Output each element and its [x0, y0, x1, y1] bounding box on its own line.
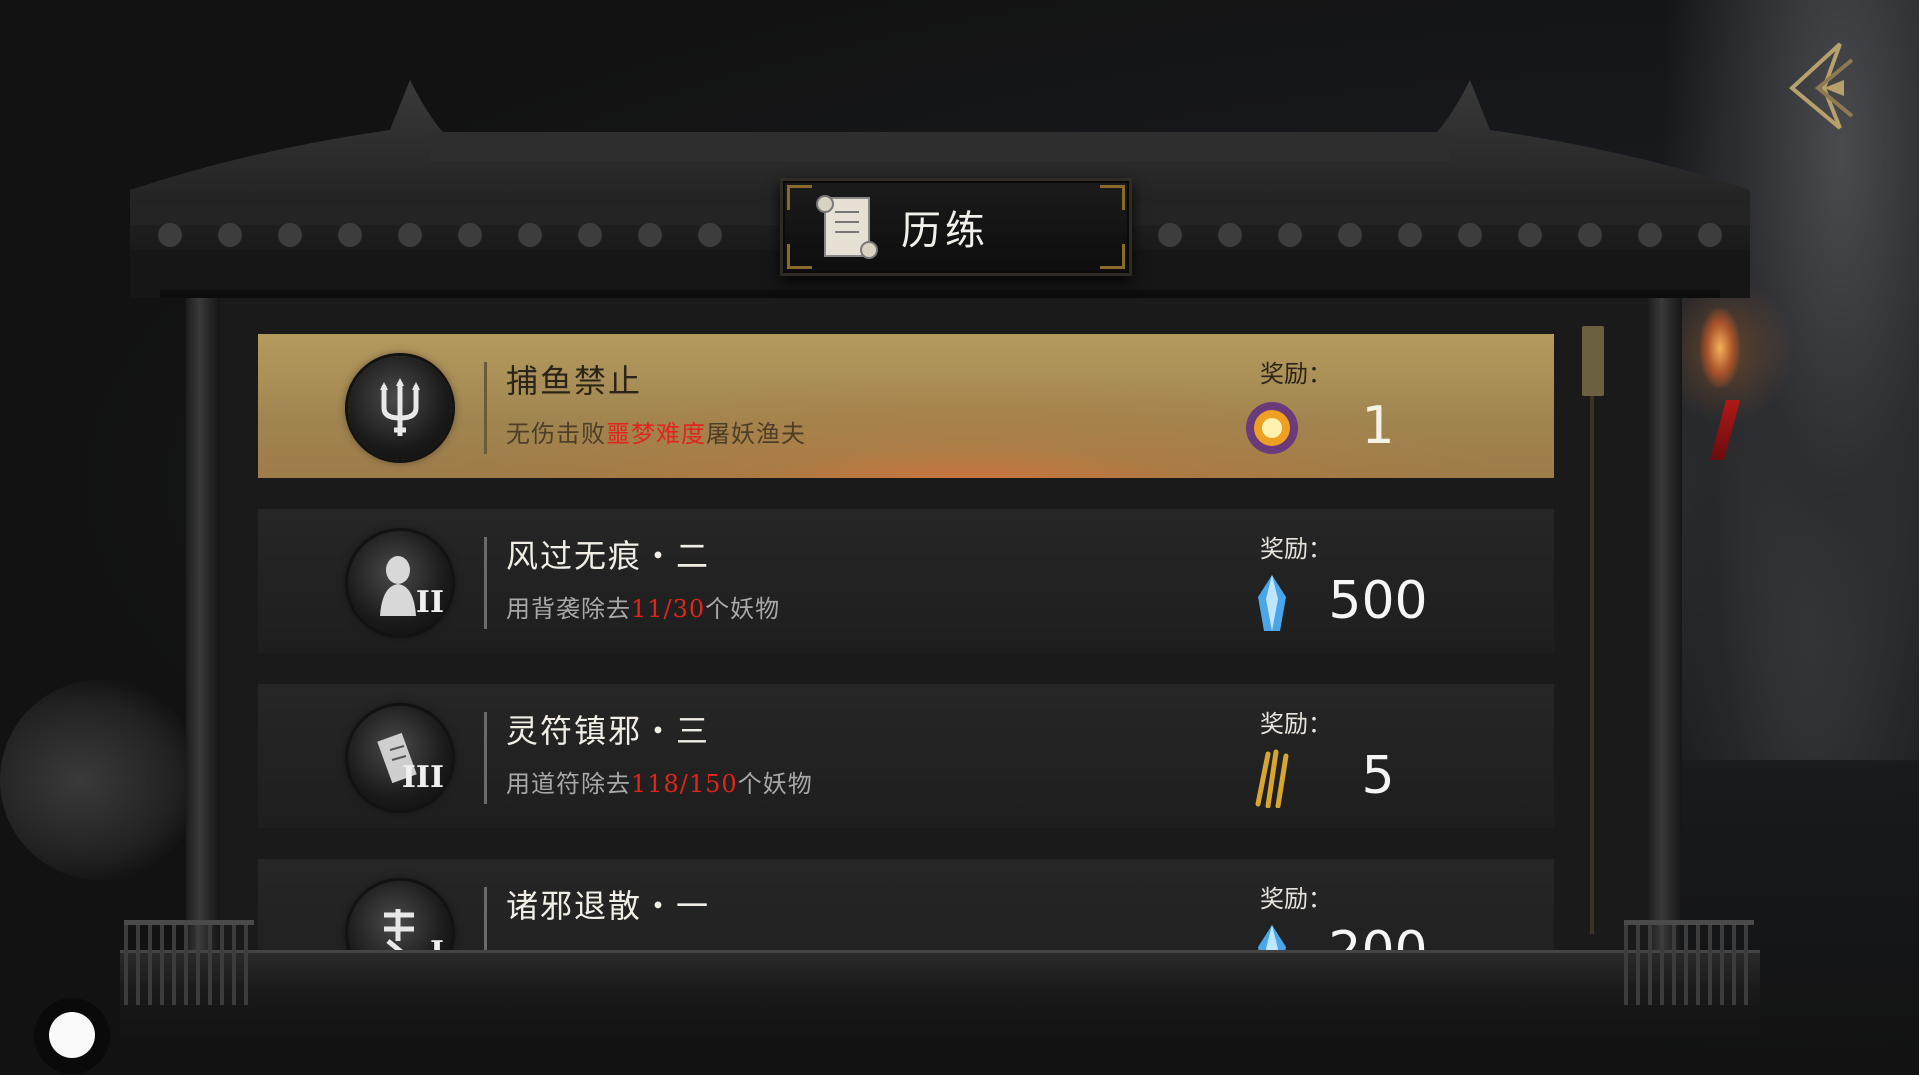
row-divider [484, 712, 487, 804]
talisman-icon: III [348, 706, 452, 810]
reward-label: 奖励： [1260, 710, 1332, 738]
back-button[interactable] [1780, 36, 1870, 132]
quest-list: 捕鱼禁止 无伤击败噩梦难度屠妖渔夫 奖励： 1 II 风过无痕・二 用背袭除去1… [258, 334, 1554, 952]
background-rock-left [0, 680, 200, 880]
badge-tier: II [415, 585, 444, 620]
scrollbar-thumb[interactable] [1582, 326, 1604, 396]
reward-amount: 200 [1328, 921, 1428, 952]
lantern-icon [1700, 308, 1740, 388]
quest-panel: 捕鱼禁止 无伤击败噩梦难度屠妖渔夫 奖励： 1 II 风过无痕・二 用背袭除去1… [220, 298, 1648, 952]
back-arrow-icon [1788, 42, 1854, 130]
game-screen: 历练 捕鱼禁止 无伤击败噩梦难度屠妖渔夫 奖励： 1 II 风过无痕・二 用背袭… [0, 0, 1919, 1075]
page-title: 历练 [901, 208, 989, 254]
reward-label: 奖励： [1260, 535, 1332, 563]
quest-title: 灵符镇邪・三 [506, 712, 711, 750]
calligraphy-seal-icon: I [348, 881, 452, 952]
plaque-corner-ornament [787, 244, 812, 269]
platform-base [120, 950, 1760, 1041]
trident-icon [348, 356, 452, 460]
quest-row[interactable]: II 风过无痕・二 用背袭除去11/30个妖物 奖励： 500 [258, 509, 1554, 653]
reward-amount: 5 [1361, 746, 1395, 806]
quest-row[interactable]: I 诸邪退散・一 奖励： 200 [258, 859, 1554, 952]
pillar-left [186, 298, 220, 1018]
quest-title: 捕鱼禁止 [506, 362, 643, 400]
row-divider [484, 362, 487, 454]
row-divider [484, 887, 487, 952]
quest-row[interactable]: 捕鱼禁止 无伤击败噩梦难度屠妖渔夫 奖励： 1 [258, 334, 1554, 478]
plaque-corner-ornament [787, 185, 812, 210]
gold-arrows-icon [1255, 749, 1289, 808]
row-divider [484, 537, 487, 629]
scroll-icon [816, 195, 878, 259]
blue-crystal-icon [1258, 575, 1286, 631]
quest-description: 用道符除去118/150个妖物 [506, 770, 813, 798]
quest-title: 风过无痕・二 [506, 537, 711, 575]
pillar-right [1648, 298, 1682, 1018]
ghost-silhouette-icon: II [348, 531, 452, 635]
blue-crystal-icon [1258, 925, 1286, 952]
reward-label: 奖励： [1260, 360, 1332, 388]
quest-row[interactable]: III 灵符镇邪・三 用道符除去118/150个妖物 奖励： 5 [258, 684, 1554, 828]
quest-description: 无伤击败噩梦难度屠妖渔夫 [506, 420, 806, 448]
reward-amount: 500 [1328, 571, 1428, 631]
quest-title: 诸邪退散・一 [506, 887, 711, 925]
reward-label: 奖励： [1260, 885, 1332, 913]
railing-left [124, 920, 254, 1005]
plaque-corner-ornament [1100, 244, 1125, 269]
scrollbar-track[interactable] [1590, 334, 1594, 934]
railing-right [1624, 920, 1754, 1005]
badge-tier: III [401, 760, 444, 795]
soul-orb-icon [1246, 402, 1298, 454]
quest-description: 用背袭除去11/30个妖物 [506, 595, 781, 623]
joystick-knob[interactable] [49, 1012, 95, 1058]
title-plaque: 历练 [780, 178, 1132, 276]
reward-amount: 1 [1361, 396, 1395, 456]
plaque-corner-ornament [1100, 185, 1125, 210]
